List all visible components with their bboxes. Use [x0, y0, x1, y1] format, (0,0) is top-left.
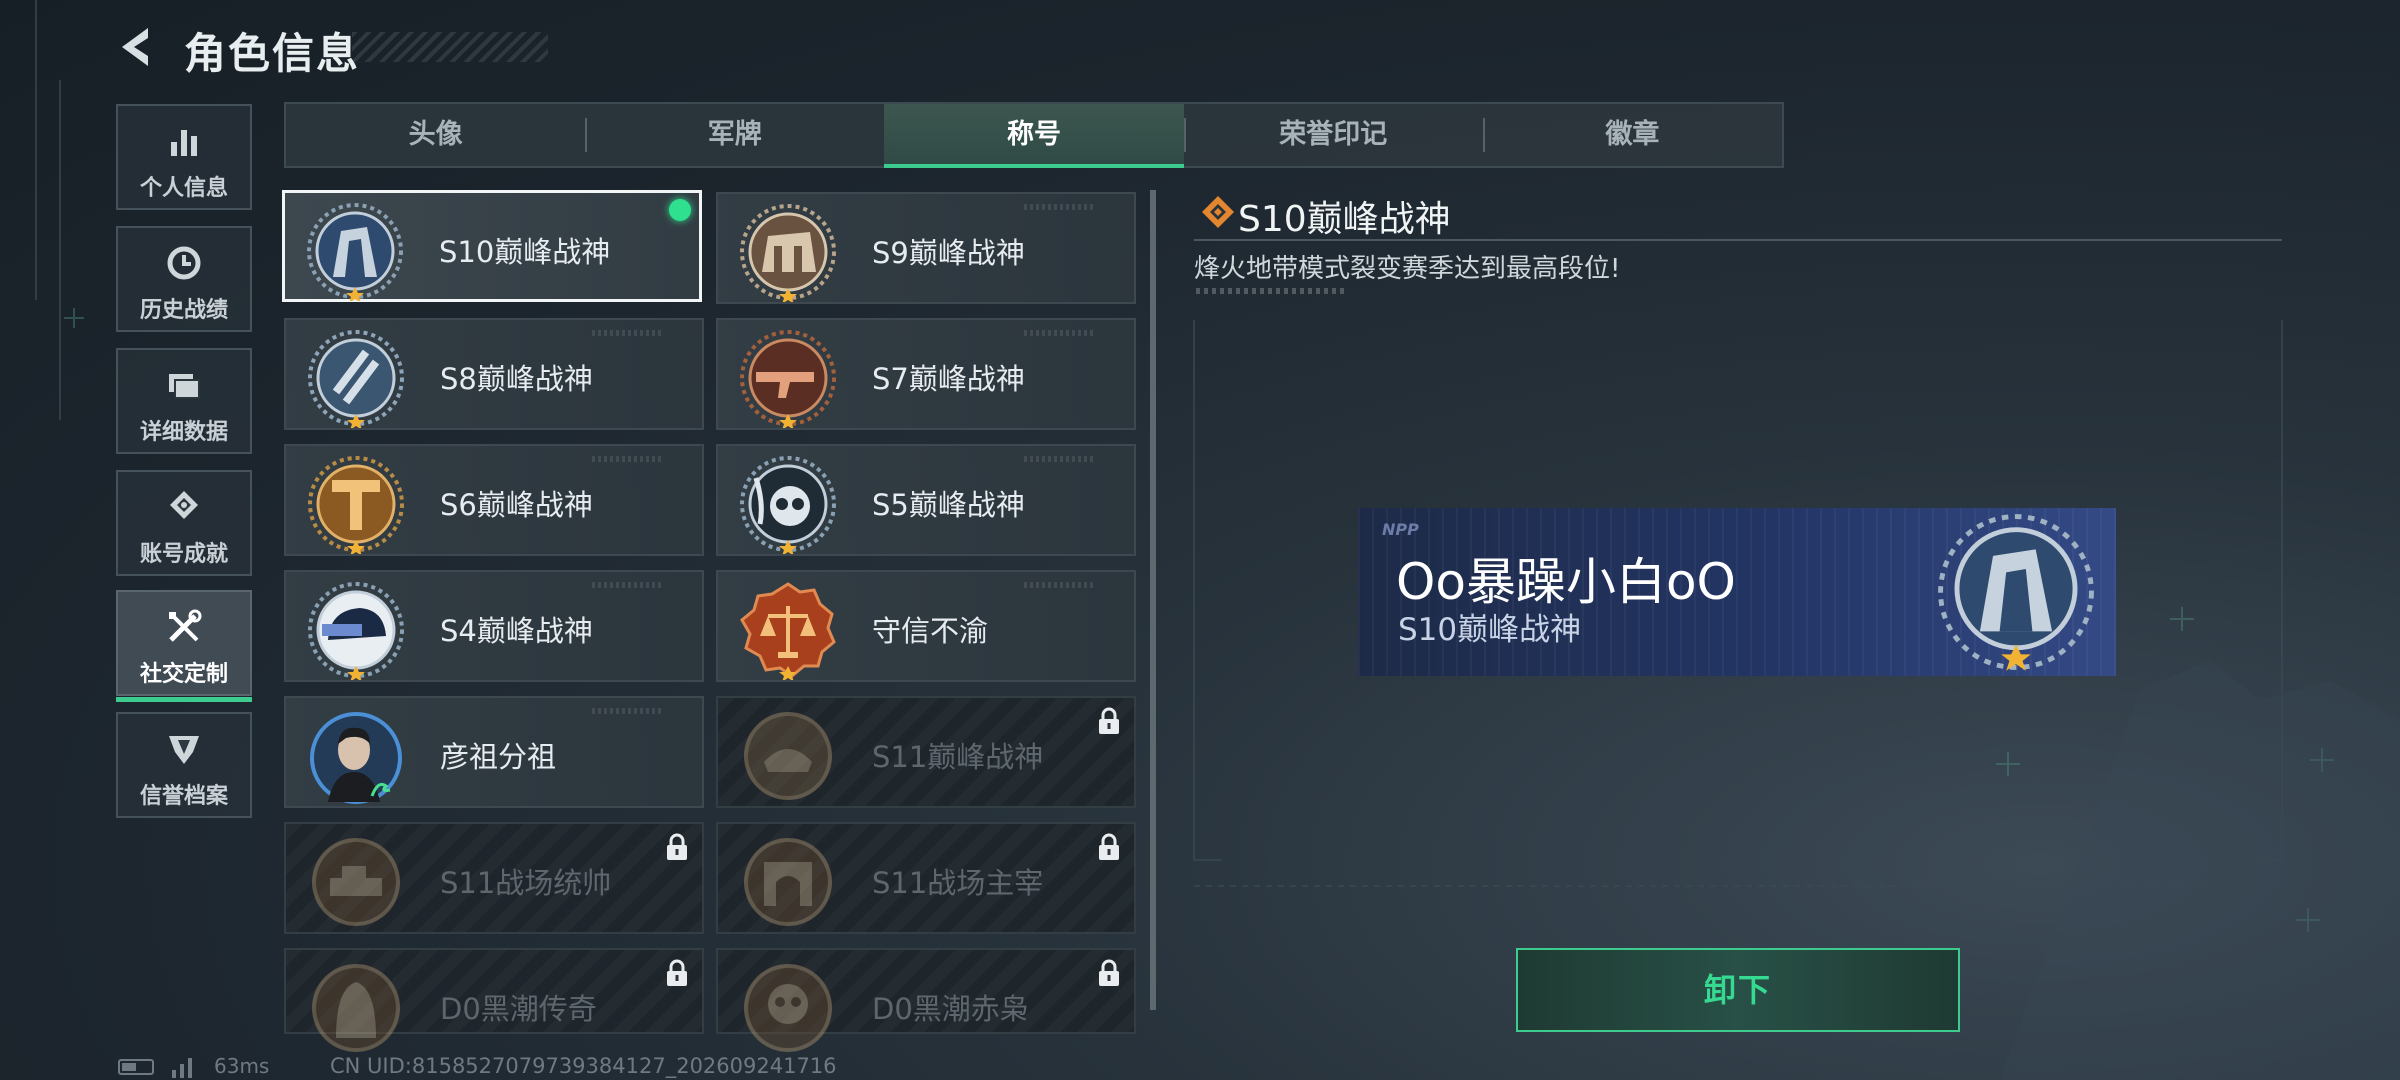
- title-name: S5巅峰战神: [872, 488, 1025, 522]
- card-decoration: [1024, 582, 1094, 588]
- signal-icon: [172, 1058, 192, 1078]
- title-card-s11-commander-locked[interactable]: S11战场统帅: [284, 822, 704, 934]
- emblem-s11-icon: [744, 712, 832, 800]
- title-card-d0-red-owl-locked[interactable]: D0黑潮赤枭: [716, 948, 1136, 1052]
- scales-emblem-icon: [740, 582, 836, 680]
- title-name: S7巅峰战神: [872, 362, 1025, 396]
- tab-honor-mark[interactable]: 荣誉印记: [1183, 104, 1483, 166]
- title-name: S10巅峰战神: [439, 235, 611, 269]
- lock-icon: [1099, 959, 1119, 986]
- lock-icon: [667, 959, 687, 986]
- sidebar-item-achievements[interactable]: 账号成就: [116, 470, 252, 576]
- emblem-s6-icon: [308, 456, 404, 554]
- shield-badge-icon: [169, 736, 199, 764]
- title-card-s4-peak[interactable]: S4巅峰战神: [284, 570, 704, 682]
- title-name: S11巅峰战神: [872, 740, 1044, 774]
- emblem-tank-icon: [312, 838, 400, 926]
- title-stripe-decoration: [352, 32, 548, 62]
- diamond-icon: [1202, 196, 1234, 228]
- ping-readout: 63ms: [214, 1054, 270, 1078]
- card-decoration: [1024, 330, 1094, 336]
- title-name: S4巅峰战神: [440, 614, 593, 648]
- user-uid: CN UID:8158527079739384127_202609241716: [330, 1054, 837, 1078]
- title-name: D0黑潮赤枭: [872, 992, 1029, 1026]
- title-card-d0-legend-locked[interactable]: D0黑潮传奇: [284, 948, 704, 1052]
- emblem-s10-icon: [307, 203, 403, 301]
- namecard-title: S10巅峰战神: [1398, 612, 1582, 648]
- sidebar-item-label: 历史战绩: [139, 298, 228, 323]
- emblem-s9-icon: [740, 204, 836, 302]
- namecard-logo: NPP: [1382, 520, 1419, 539]
- sidebar-item-label: 详细数据: [139, 420, 228, 445]
- title-list-scrollbar[interactable]: [1150, 190, 1156, 1010]
- tools-icon: [169, 609, 202, 642]
- title-name: S11战场主宰: [872, 866, 1044, 900]
- emblem-s7-icon: [740, 330, 836, 428]
- card-decoration: [1024, 204, 1094, 210]
- clock-icon: [167, 246, 201, 280]
- page-title: 角色信息: [184, 29, 361, 78]
- title-card-s10-peak[interactable]: S10巅峰战神: [282, 190, 702, 302]
- title-name: D0黑潮传奇: [440, 992, 597, 1026]
- equipped-indicator: [669, 199, 691, 221]
- card-decoration: [592, 582, 662, 588]
- card-decoration: [592, 330, 662, 336]
- detail-title-text: S10巅峰战神: [1238, 199, 1451, 240]
- title-name: S8巅峰战神: [440, 362, 593, 396]
- emblem-skull-icon: [744, 964, 832, 1052]
- namecard-preview: NPP Oo暴躁小白oO S10巅峰战神: [1358, 508, 2116, 676]
- title-card-s11-dominator-locked[interactable]: S11战场主宰: [716, 822, 1136, 934]
- unequip-button-label: 卸下: [1703, 971, 1772, 1009]
- title-name: S6巅峰战神: [440, 488, 593, 522]
- card-decoration: [592, 708, 662, 714]
- emblem-s10-icon: [1938, 514, 2094, 671]
- detail-divider: [1194, 239, 2282, 241]
- lock-icon: [1099, 707, 1119, 734]
- title-card-s8-peak[interactable]: S8巅峰战神: [284, 318, 704, 430]
- lock-icon: [1099, 833, 1119, 860]
- card-decoration: [1024, 456, 1094, 462]
- sidebar-item-label: 社交定制: [139, 662, 228, 687]
- sidebar-item-label: 个人信息: [139, 176, 228, 201]
- sidebar-item-detailed-data[interactable]: 详细数据: [116, 348, 252, 454]
- sidebar-item-label: 信誉档案: [139, 784, 228, 809]
- title-card-s5-peak[interactable]: S5巅峰战神: [716, 444, 1136, 556]
- bar-chart-icon: [171, 130, 197, 156]
- title-card-s7-peak[interactable]: S7巅峰战神: [716, 318, 1136, 430]
- title-card-s9-peak[interactable]: S9巅峰战神: [716, 192, 1136, 304]
- emblem-s5-icon: [740, 456, 836, 554]
- emblem-s4-icon: [308, 582, 404, 680]
- emblem-s8-icon: [308, 330, 404, 428]
- achievement-icon: [170, 491, 198, 519]
- tab-bar: 头像 军牌 称号 荣誉印记 徽章: [284, 102, 1784, 168]
- portrait-emblem-icon: [310, 712, 402, 804]
- unequip-button[interactable]: 卸下: [1516, 948, 1960, 1032]
- folder-icon: [169, 374, 200, 399]
- title-card-s11-peak-locked[interactable]: S11巅峰战神: [716, 696, 1136, 808]
- title-name: S11战场统帅: [440, 866, 612, 900]
- sidebar-item-label: 账号成就: [139, 542, 228, 567]
- detail-description: 烽火地带模式裂变赛季达到最高段位!: [1194, 254, 1621, 284]
- back-button[interactable]: [112, 22, 160, 72]
- tab-dog-tag[interactable]: 军牌: [585, 104, 884, 166]
- emblem-hooded-icon: [312, 964, 400, 1052]
- title-card-keep-faith[interactable]: 守信不渝: [716, 570, 1136, 682]
- tab-badge[interactable]: 徽章: [1482, 104, 1782, 166]
- tab-title[interactable]: 称号: [884, 104, 1184, 168]
- title-card-yanzu[interactable]: 彦祖分祖: [284, 696, 704, 808]
- detail-dotted-decoration: [1196, 288, 1344, 294]
- title-name: 守信不渝: [872, 614, 989, 648]
- sidebar-item-history[interactable]: 历史战绩: [116, 226, 252, 332]
- card-decoration: [592, 456, 662, 462]
- title-name: 彦祖分祖: [440, 740, 557, 774]
- sidebar-item-social-customize[interactable]: 社交定制: [116, 590, 252, 702]
- battery-icon: [118, 1059, 154, 1075]
- title-card-s6-peak[interactable]: S6巅峰战神: [284, 444, 704, 556]
- sidebar-item-personal-info[interactable]: 个人信息: [116, 104, 252, 210]
- sidebar-item-credit-file[interactable]: 信誉档案: [116, 712, 252, 818]
- emblem-arch-icon: [744, 838, 832, 926]
- title-name: S9巅峰战神: [872, 236, 1025, 270]
- tab-avatar[interactable]: 头像: [286, 104, 585, 166]
- lock-icon: [667, 833, 687, 860]
